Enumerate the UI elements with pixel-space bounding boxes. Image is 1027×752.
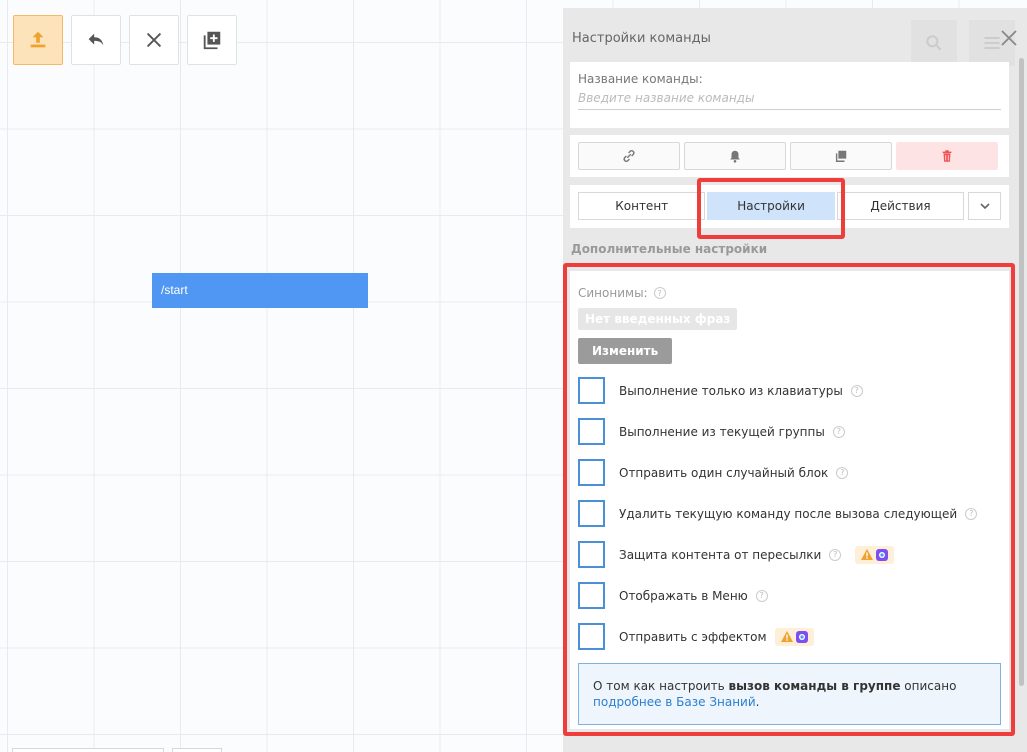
- settings-highlight: [563, 263, 1015, 736]
- tabs-dropdown-button[interactable]: [968, 192, 1002, 220]
- bottom-control[interactable]: [172, 748, 222, 752]
- bell-icon: [730, 150, 740, 163]
- tab-actions[interactable]: Действия: [836, 192, 965, 220]
- tab-content[interactable]: Контент: [578, 192, 706, 220]
- search-button[interactable]: [911, 20, 957, 66]
- add-block-button[interactable]: [187, 15, 237, 65]
- undo-button[interactable]: [71, 15, 121, 65]
- panel-title: Настройки команды: [572, 31, 711, 46]
- copy-button[interactable]: [790, 142, 892, 170]
- command-block-start[interactable]: /start: [152, 273, 368, 308]
- link-icon: [623, 150, 635, 162]
- command-settings-panel: Настройки команды Название команды: Конт…: [563, 8, 1027, 752]
- command-name-input[interactable]: [578, 91, 1001, 110]
- add-block-icon: [203, 31, 221, 50]
- upload-button[interactable]: [13, 15, 63, 65]
- command-actions-card: [570, 135, 1009, 177]
- copy-icon: [835, 150, 847, 162]
- close-icon: [146, 32, 162, 48]
- upload-icon: [30, 31, 46, 48]
- search-icon: [926, 35, 942, 51]
- undo-icon: [88, 33, 104, 46]
- tabs-highlight: [697, 178, 845, 239]
- trash-icon: [942, 150, 952, 162]
- command-name-label: Название команды:: [578, 72, 703, 86]
- delete-button[interactable]: [896, 142, 998, 170]
- close-button[interactable]: [129, 15, 179, 65]
- notify-button[interactable]: [684, 142, 786, 170]
- bottom-control[interactable]: [12, 748, 164, 752]
- section-title: Дополнительные настройки: [571, 242, 768, 256]
- scrollbar[interactable]: [1019, 58, 1024, 686]
- command-name-card: Название команды:: [570, 62, 1009, 128]
- chevron-down-icon: [980, 203, 990, 210]
- link-button[interactable]: [578, 142, 680, 170]
- close-panel-icon[interactable]: [999, 28, 1019, 48]
